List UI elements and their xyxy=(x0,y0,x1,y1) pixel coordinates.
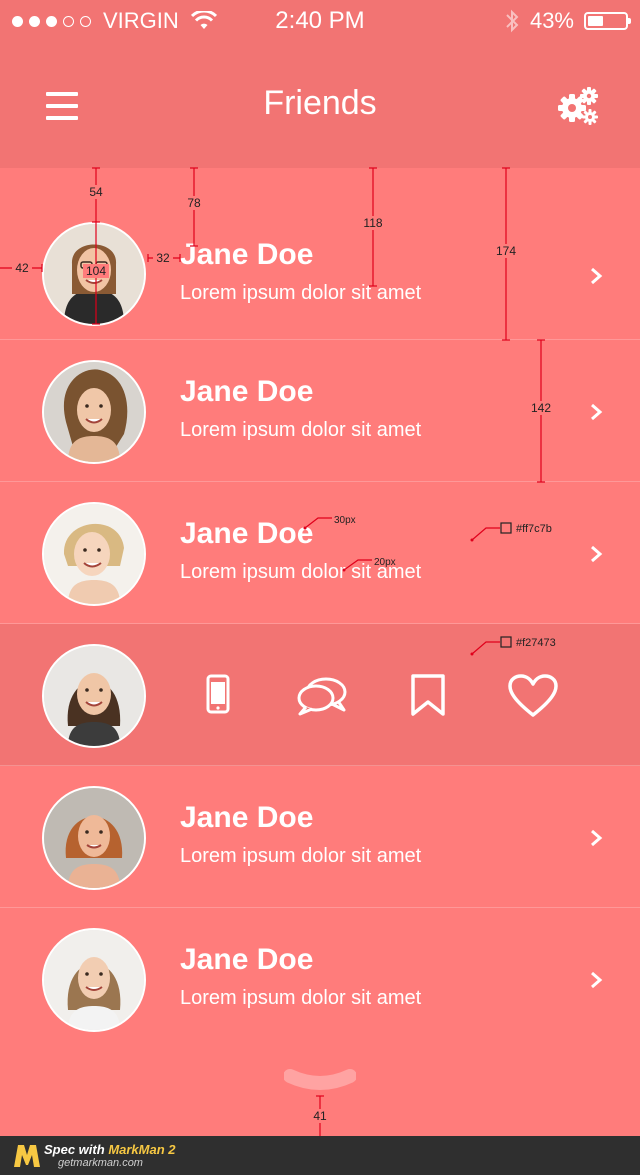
battery-icon xyxy=(584,12,631,30)
footer-domain[interactable]: getmarkman.com xyxy=(58,1157,143,1169)
chevron-right-icon[interactable] xyxy=(588,828,604,848)
avatar xyxy=(42,928,146,1032)
avatar xyxy=(42,786,146,890)
bluetooth-icon xyxy=(506,9,519,33)
friend-subtitle: Lorem ipsum dolor sit amet xyxy=(180,282,422,304)
friend-subtitle: Lorem ipsum dolor sit amet xyxy=(180,561,422,583)
friend-row[interactable]: Jane Doe Lorem ipsum dolor sit amet xyxy=(0,168,640,340)
heart-icon[interactable] xyxy=(508,674,558,718)
chat-icon[interactable] xyxy=(296,676,348,716)
settings-gears-icon[interactable] xyxy=(556,86,600,126)
friend-row[interactable]: Jane Doe Lorem ipsum dolor sit amet xyxy=(0,766,640,908)
friend-name: Jane Doe xyxy=(180,375,314,408)
friend-name: Jane Doe xyxy=(180,943,314,976)
chevron-right-icon[interactable] xyxy=(588,266,604,286)
bookmark-icon[interactable] xyxy=(410,674,446,716)
page-title: Friends xyxy=(263,84,377,122)
friend-name: Jane Doe xyxy=(180,238,314,271)
markman-logo-icon xyxy=(14,1145,40,1167)
friend-row[interactable]: Jane Doe Lorem ipsum dolor sit amet xyxy=(0,340,640,482)
battery-fill xyxy=(588,16,603,26)
markman-footer: Spec with MarkMan 2 getmarkman.com xyxy=(0,1136,640,1175)
friend-name: Jane Doe xyxy=(180,517,314,550)
friend-name: Jane Doe xyxy=(180,801,314,834)
chevron-right-icon[interactable] xyxy=(588,970,604,990)
phone-icon[interactable] xyxy=(206,674,230,714)
friends-list: Jane Doe Lorem ipsum dolor sit amet Jane… xyxy=(0,168,640,1050)
friend-row[interactable]: Jane Doe Lorem ipsum dolor sit amet xyxy=(0,482,640,624)
friend-row[interactable]: Jane Doe Lorem ipsum dolor sit amet xyxy=(0,908,640,1050)
spec-label: 41 xyxy=(313,1109,327,1123)
status-bar: VIRGIN 2:40 PM 43% xyxy=(0,0,640,40)
status-right: 43% xyxy=(504,8,631,34)
avatar xyxy=(42,644,146,748)
row-actions xyxy=(180,674,600,720)
friend-subtitle: Lorem ipsum dolor sit amet xyxy=(180,845,422,867)
avatar xyxy=(42,222,146,326)
pull-handle-icon[interactable] xyxy=(284,1068,356,1092)
friend-subtitle: Lorem ipsum dolor sit amet xyxy=(180,419,422,441)
battery-percent: 43% xyxy=(529,8,574,33)
avatar xyxy=(42,502,146,606)
footer-spec-text: Spec with MarkMan 2 xyxy=(44,1142,176,1157)
chevron-right-icon[interactable] xyxy=(588,402,604,422)
footer-spec-prefix: Spec with xyxy=(44,1142,105,1157)
friend-subtitle: Lorem ipsum dolor sit amet xyxy=(180,987,422,1009)
nav-bar: Friends xyxy=(0,40,640,168)
chevron-right-icon[interactable] xyxy=(588,544,604,564)
friend-row-active[interactable] xyxy=(0,624,640,766)
footer-brand: MarkMan 2 xyxy=(108,1142,176,1157)
avatar xyxy=(42,360,146,464)
